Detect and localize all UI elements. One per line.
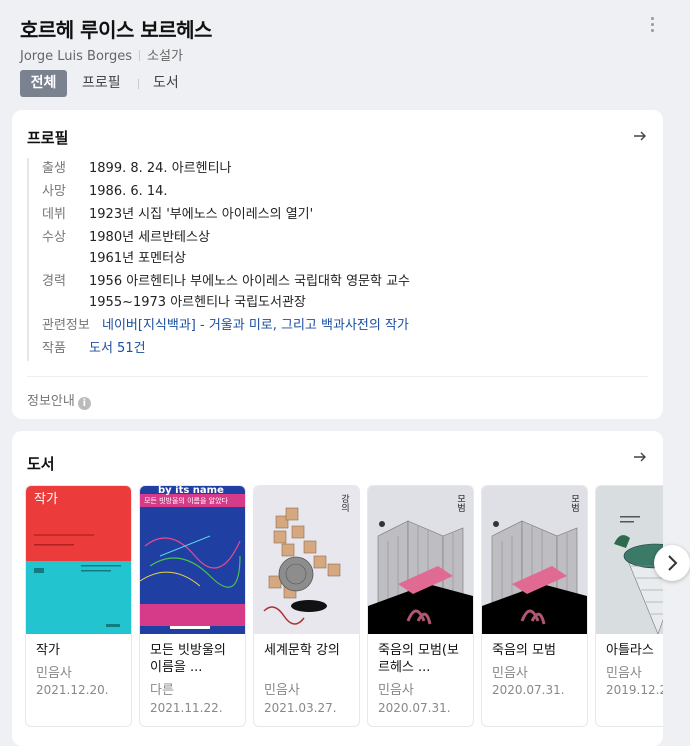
arrow-right-icon[interactable] (632, 449, 648, 465)
book-publisher: 민음사 (378, 683, 414, 698)
profile-row-career: 경력 1956 아르헨티나 부에노스 아이레스 국립대학 영문학 교수 1955… (29, 271, 647, 313)
more-options-icon[interactable] (644, 14, 660, 38)
profile-key: 관련정보 (42, 318, 90, 333)
profile-row-related: 관련정보 네이버[지식백과] - 거울과 미로, 그리고 백과사전의 작가 (29, 315, 647, 336)
profile-value: 1955~1973 아르헨티나 국립도서관장 (89, 295, 306, 310)
cover-title: by its name (158, 486, 224, 496)
profile-card: 프로필 출생 1899. 8. 24. 아르헨티나 사망 1986. 6. 14… (12, 110, 663, 419)
arrow-right-icon[interactable] (632, 128, 648, 144)
info-icon: i (77, 397, 91, 410)
book-title: 죽음의 모범(보르헤스 ... (378, 643, 459, 675)
profile-key: 작품 (42, 341, 66, 356)
book-publisher: 다른 (150, 683, 174, 698)
cover-title: 모범 (569, 494, 579, 512)
carousel-next-button[interactable] (654, 545, 690, 581)
person-header: 호르헤 루이스 보르헤스 Jorge Luis Borges 소설가 전체 프로필… (0, 0, 672, 108)
profile-value: 1956 아르헨티나 부에노스 아이레스 국립대학 영문학 교수 (89, 274, 410, 289)
profile-value: 1961년 포멘터상 (89, 251, 187, 266)
profile-key: 사망 (42, 184, 66, 199)
book-date: 2019.12.27. (606, 683, 663, 697)
book-cover (596, 486, 663, 634)
book-cover: 작가 (26, 486, 131, 634)
books-card: 도서 작가 작가 민음사 2021.12.20. by its name 모든 … (12, 431, 663, 746)
book-cover: by its name 모든 빗방울의 이름을 알았다 (140, 486, 245, 634)
book-item[interactable]: 강의 세계문학 강의 민음사 2021.03.27. (253, 485, 360, 727)
book-cover: 모범 (368, 486, 473, 634)
profile-row-works: 작품 도서 51건 (29, 338, 647, 359)
chevron-right-icon (668, 555, 678, 571)
book-cover: 강의 (254, 486, 359, 634)
tab-profile[interactable]: 프로필 (82, 70, 121, 97)
book-title: 세계문학 강의 (264, 643, 340, 658)
book-date: 2020.07.31. (492, 683, 565, 697)
book-publisher: 민음사 (492, 666, 528, 681)
tab-all[interactable]: 전체 (20, 70, 67, 97)
cover-title: 강의 (339, 494, 349, 512)
divider (27, 376, 648, 377)
divider (139, 50, 141, 61)
profile-list: 출생 1899. 8. 24. 아르헨티나 사망 1986. 6. 14. 데뷔… (27, 158, 647, 361)
book-item[interactable]: 모범 죽음의 모범(보르헤스 ... 민음사 2020.07.31. (367, 485, 474, 727)
profile-key: 경력 (42, 274, 66, 289)
book-title: 작가 (36, 643, 60, 658)
book-title: 아틀라스 (606, 643, 654, 658)
profile-row-birth: 출생 1899. 8. 24. 아르헨티나 (29, 158, 647, 179)
cover-title: 모범 (455, 494, 465, 512)
cover-subtitle: 모든 빗방울의 이름을 알았다 (144, 497, 228, 505)
book-date: 2021.11.22. (150, 701, 223, 715)
profile-section-title[interactable]: 프로필 (27, 127, 68, 148)
person-subtitle: Jorge Luis Borges 소설가 (20, 45, 183, 64)
profile-value: 1986. 6. 14. (89, 184, 168, 199)
book-date: 2021.12.20. (36, 683, 109, 697)
occupation: 소설가 (147, 49, 183, 64)
book-title: 모든 빗방울의 이름을 ... (150, 643, 226, 675)
book-cover: 모범 (482, 486, 587, 634)
info-label: 정보안내 (27, 394, 75, 409)
book-publisher: 민음사 (264, 683, 300, 698)
book-item[interactable]: 모범 죽음의 모범 민음사 2020.07.31. (481, 485, 588, 727)
english-name: Jorge Luis Borges (20, 49, 133, 64)
book-publisher: 민음사 (36, 666, 72, 681)
profile-row-death: 사망 1986. 6. 14. (29, 181, 647, 202)
profile-key: 데뷔 (42, 207, 66, 222)
book-item[interactable]: 아틀라스 민음사 2019.12.27. (595, 485, 663, 727)
profile-value: 1980년 세르반테스상 (89, 230, 210, 245)
page-title: 호르헤 루이스 보르헤스 (20, 18, 212, 42)
profile-key: 출생 (42, 161, 66, 176)
cover-title: 작가 (34, 492, 58, 507)
tab-divider (138, 79, 139, 89)
profile-value: 1899. 8. 24. 아르헨티나 (89, 161, 232, 176)
profile-row-awards: 수상 1980년 세르반테스상 1961년 포멘터상 (29, 227, 647, 269)
profile-key: 수상 (42, 230, 66, 245)
profile-value: 1923년 시집 '부에노스 아이레스의 열기' (89, 207, 314, 222)
tab-books[interactable]: 도서 (153, 70, 179, 97)
profile-row-debut: 데뷔 1923년 시집 '부에노스 아이레스의 열기' (29, 204, 647, 225)
book-item[interactable]: by its name 모든 빗방울의 이름을 알았다 모든 빗방울의 이름을 … (139, 485, 246, 727)
book-publisher: 민음사 (606, 666, 642, 681)
book-title: 죽음의 모범 (492, 643, 556, 658)
book-date: 2021.03.27. (264, 701, 337, 715)
info-notice[interactable]: 정보안내 i (27, 390, 91, 410)
books-section-title[interactable]: 도서 (27, 453, 55, 474)
book-date: 2020.07.31. (378, 701, 451, 715)
book-carousel: 작가 작가 민음사 2021.12.20. by its name 모든 빗방울… (25, 485, 663, 727)
works-link[interactable]: 도서 51건 (89, 338, 146, 359)
related-info-link[interactable]: 네이버[지식백과] - 거울과 미로, 그리고 백과사전의 작가 (102, 315, 409, 336)
book-item[interactable]: 작가 작가 민음사 2021.12.20. (25, 485, 132, 727)
